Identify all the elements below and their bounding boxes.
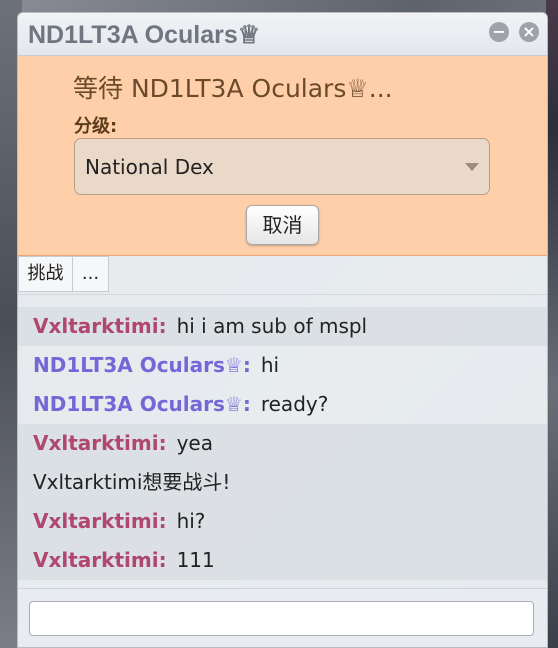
challenge-notice: Vxltarktimi想要战斗! [18, 463, 547, 502]
message-sender[interactable]: Vxltarktimi: [33, 314, 167, 338]
chat-message: Vxltarktimi: 111 [18, 541, 547, 580]
tab-bar: 挑战 ... [18, 256, 547, 295]
message-text: hi [260, 353, 280, 377]
challenge-panel: 等待 ND1LT3A Oculars♕... 分级: National Dex … [18, 56, 547, 256]
chat-message: Vxltarktimi: hi i am sub of mspl [18, 307, 547, 346]
chat-composer [18, 588, 547, 647]
tab-challenge[interactable]: 挑战 [18, 256, 73, 292]
chat-input[interactable] [29, 601, 534, 636]
pm-window: ND1LT3A Oculars♕ − × 等待 ND1LT3A Oculars♕… [17, 12, 548, 648]
chat-message: ND1LT3A Oculars♕: hi [18, 346, 547, 385]
message-text: hi? [176, 509, 206, 533]
format-label: 分级: [74, 116, 118, 137]
message-text: hi i am sub of mspl [176, 314, 368, 338]
message-sender[interactable]: ND1LT3A Oculars♕: [33, 392, 251, 416]
chat-message: Vxltarktimi: hi? [18, 502, 547, 541]
message-text: 111 [176, 548, 215, 572]
message-sender[interactable]: Vxltarktimi: [33, 431, 167, 455]
window-title: ND1LT3A Oculars♕ [28, 21, 261, 49]
chevron-down-icon [465, 163, 479, 171]
message-text: ready? [260, 392, 329, 416]
cancel-button[interactable]: 取消 [246, 205, 319, 245]
message-text: yea [176, 431, 213, 455]
minimize-icon[interactable]: − [489, 22, 509, 42]
chat-message: ND1LT3A Oculars♕: ready? [18, 385, 547, 424]
format-select[interactable]: National Dex [74, 138, 490, 195]
format-value: National Dex [85, 155, 214, 179]
waiting-text: 等待 ND1LT3A Oculars♕... [73, 74, 393, 103]
message-sender[interactable]: ND1LT3A Oculars♕: [33, 353, 251, 377]
chat-message: Vxltarktimi: yea [18, 424, 547, 463]
window-titlebar[interactable]: ND1LT3A Oculars♕ − × [18, 13, 547, 56]
message-sender[interactable]: Vxltarktimi: [33, 548, 167, 572]
chat-log: Vxltarktimi: hi i am sub of mspl ND1LT3A … [18, 295, 547, 580]
close-icon[interactable]: × [519, 22, 539, 42]
message-sender[interactable]: Vxltarktimi: [33, 509, 167, 533]
tab-more[interactable]: ... [72, 256, 109, 292]
